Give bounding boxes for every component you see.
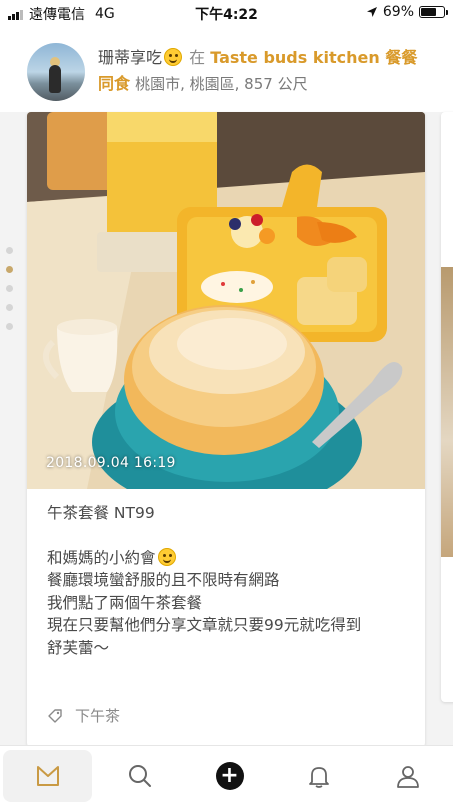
avatar[interactable] (27, 43, 85, 101)
carousel-page-indicator (6, 247, 14, 342)
post-header: 珊蒂享吃 在 Taste buds kitchen 餐餐同食 桃園市, 桃園區,… (0, 26, 453, 112)
post-title-line: 午茶套餐 NT99 (47, 504, 155, 522)
post-body-line: 現在只要幫他們分享文章就只要99元就吃得到 (47, 616, 362, 634)
tab-profile[interactable] (364, 746, 453, 806)
tag-row[interactable]: 下午茶 (47, 705, 120, 726)
smiling-face-icon (157, 547, 176, 566)
photo-illustration (27, 112, 425, 489)
post-body-text: 和媽媽的小約會 (47, 548, 156, 567)
post-body-line: 我們點了兩個午茶套餐 (47, 593, 203, 612)
location-arrow-icon (366, 7, 377, 17)
carousel-dot[interactable] (6, 304, 13, 311)
tag-label[interactable]: 下午茶 (75, 705, 120, 726)
carousel-dot[interactable] (6, 266, 13, 273)
bell-icon (309, 767, 329, 788)
post-body-line: 餐廳環境蠻舒服的且不限時有網路 (47, 571, 280, 589)
at-word: 在 (189, 48, 206, 67)
tag-icon (48, 708, 62, 723)
battery-fill (421, 8, 437, 16)
post-photo[interactable]: 2018.09.04 16:19 (27, 112, 425, 489)
post-description: 午茶套餐 NT99 和媽媽的小約會 餐廳環境蠻舒服的且不限時有網路 我們點了兩個… (47, 502, 407, 659)
status-right: 69% (366, 4, 448, 20)
tab-add[interactable]: + (185, 746, 274, 806)
user-name[interactable]: 珊蒂享吃 (98, 48, 162, 67)
next-post-card-peek[interactable] (441, 112, 453, 702)
tab-home[interactable] (3, 750, 93, 802)
tab-notifications[interactable] (274, 746, 363, 806)
carousel-dot[interactable] (6, 323, 13, 330)
home-icon (36, 766, 59, 786)
tab-search[interactable] (95, 746, 184, 806)
post-card: 2018.09.04 16:19 午茶套餐 NT99 和媽媽的小約會 餐廳環境蠻… (27, 112, 425, 747)
battery-percent: 69% (382, 4, 414, 20)
location-detail: 桃園市, 桃園區, 857 公尺 (135, 75, 308, 93)
bottom-tab-bar: + (0, 745, 453, 806)
status-bar: 遠傳電信 4G 下午4:22 69% (0, 0, 453, 26)
battery-icon (419, 6, 448, 18)
profile-icon (397, 766, 420, 788)
photo-date: 2018.09.04 16:19 (46, 455, 176, 471)
carousel-dot[interactable] (6, 285, 13, 292)
add-icon: + (215, 762, 244, 790)
smiling-face-icon (164, 48, 183, 66)
post-body-line: 和媽媽的小約會 (47, 547, 407, 570)
carousel-dot[interactable] (6, 247, 13, 254)
search-icon (129, 765, 152, 787)
post-body-line: 舒芙蕾～ (47, 638, 110, 657)
post-header-text: 珊蒂享吃 在 Taste buds kitchen 餐餐同食 桃園市, 桃園區,… (98, 45, 428, 97)
